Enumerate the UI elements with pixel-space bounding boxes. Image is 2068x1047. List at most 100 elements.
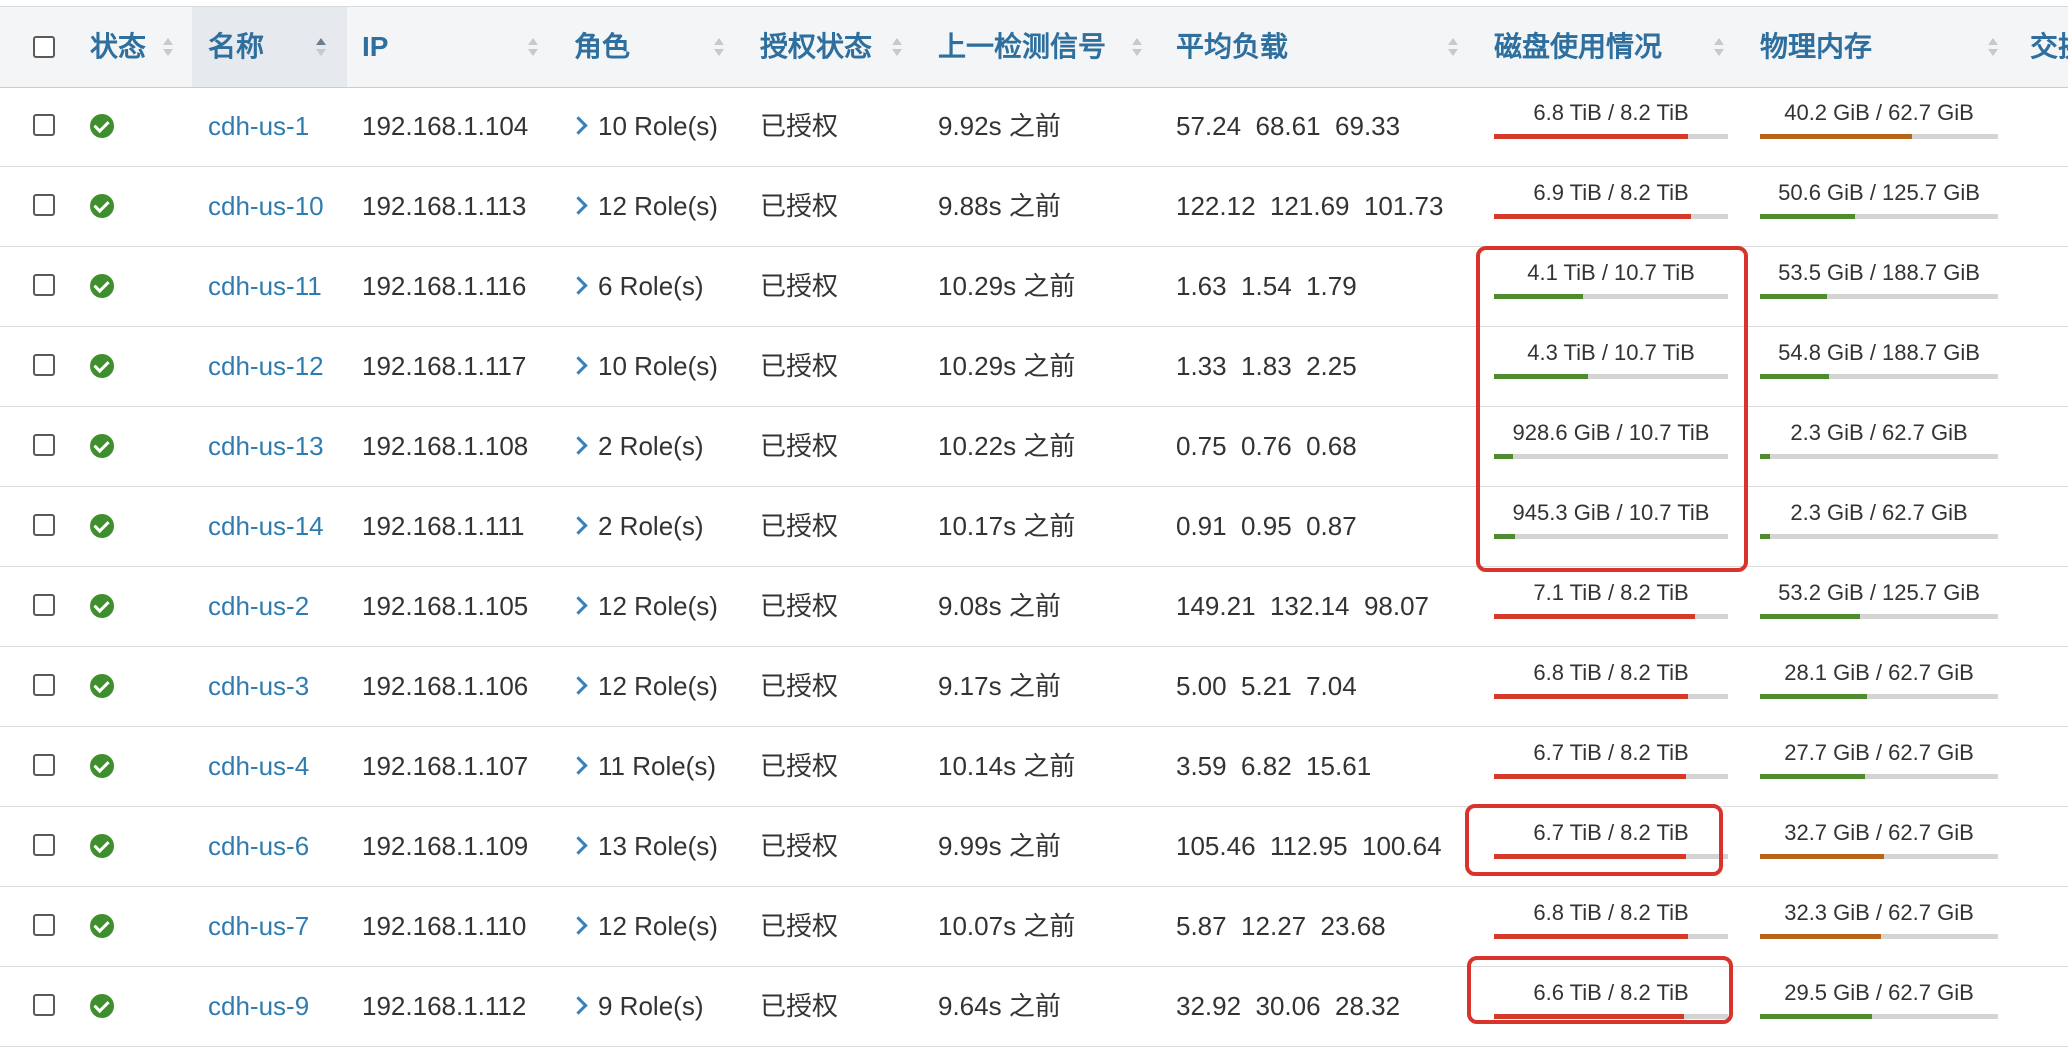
roles-toggle[interactable]: 10 Role(s) <box>598 86 718 166</box>
roles-toggle[interactable]: 12 Role(s) <box>598 166 718 246</box>
row-checkbox[interactable] <box>33 354 55 376</box>
roles-toggle[interactable]: 6 Role(s) <box>598 246 703 326</box>
header-role[interactable]: 角色 <box>574 7 734 87</box>
host-name-link[interactable]: cdh-us-6 <box>208 806 309 886</box>
header-auth[interactable]: 授权状态 <box>760 7 910 87</box>
roles-toggle[interactable]: 12 Role(s) <box>598 886 718 966</box>
row-checkbox[interactable] <box>33 274 55 296</box>
sort-icon <box>714 36 724 58</box>
chevron-right-icon[interactable] <box>569 516 588 535</box>
header-load[interactable]: 平均负载 <box>1176 7 1466 87</box>
table-row[interactable]: cdh-us-2 192.168.1.105 12 Role(s) 已授权 9.… <box>0 566 2068 647</box>
memory-usage-label: 2.3 GiB / 62.7 GiB <box>1790 500 1968 525</box>
roles-toggle[interactable]: 2 Role(s) <box>598 486 703 566</box>
header-mem[interactable]: 物理内存 <box>1760 7 2010 87</box>
auth-status: 已授权 <box>760 911 839 941</box>
row-checkbox[interactable] <box>33 754 55 776</box>
roles-toggle[interactable]: 13 Role(s) <box>598 806 718 886</box>
last-heartbeat: 10.29s 之前 <box>938 271 1076 301</box>
host-name-link[interactable]: cdh-us-1 <box>208 86 309 166</box>
host-ip: 192.168.1.104 <box>362 111 529 141</box>
table-row[interactable]: cdh-us-7 192.168.1.110 12 Role(s) 已授权 10… <box>0 886 2068 967</box>
table-row[interactable]: cdh-us-14 192.168.1.111 2 Role(s) 已授权 10… <box>0 486 2068 567</box>
sort-icon <box>528 36 538 58</box>
disk-usage-bar <box>1494 614 1728 619</box>
host-ip: 192.168.1.113 <box>362 191 527 221</box>
chevron-right-icon[interactable] <box>569 356 588 375</box>
header-ip[interactable]: IP <box>362 7 542 87</box>
chevron-right-icon[interactable] <box>569 196 588 215</box>
last-heartbeat: 9.92s 之前 <box>938 111 1061 141</box>
memory-usage-bar <box>1760 694 1998 699</box>
last-heartbeat: 9.08s 之前 <box>938 591 1061 621</box>
table-row[interactable]: cdh-us-12 192.168.1.117 10 Role(s) 已授权 1… <box>0 326 2068 407</box>
header-name[interactable]: 名称 <box>192 7 347 87</box>
host-name-link[interactable]: cdh-us-10 <box>208 166 324 246</box>
host-name-link[interactable]: cdh-us-13 <box>208 406 324 486</box>
table-row[interactable]: cdh-us-4 192.168.1.107 11 Role(s) 已授权 10… <box>0 726 2068 807</box>
header-status[interactable]: 状态 <box>90 7 180 87</box>
table-row[interactable]: cdh-us-6 192.168.1.109 13 Role(s) 已授权 9.… <box>0 806 2068 887</box>
load-average: 57.24 68.61 69.33 <box>1176 111 1401 141</box>
row-checkbox[interactable] <box>33 594 55 616</box>
check-circle-icon <box>90 754 114 778</box>
table-row[interactable]: cdh-us-10 192.168.1.113 12 Role(s) 已授权 9… <box>0 166 2068 247</box>
chevron-right-icon[interactable] <box>569 836 588 855</box>
header-swap[interactable]: 交换 <box>2030 7 2068 87</box>
host-name-link[interactable]: cdh-us-2 <box>208 566 309 646</box>
chevron-right-icon[interactable] <box>569 996 588 1015</box>
row-checkbox[interactable] <box>33 674 55 696</box>
table-row[interactable]: cdh-us-11 192.168.1.116 6 Role(s) 已授权 10… <box>0 246 2068 327</box>
chevron-right-icon[interactable] <box>569 436 588 455</box>
chevron-right-icon[interactable] <box>569 756 588 775</box>
host-name-link[interactable]: cdh-us-12 <box>208 326 324 406</box>
host-name-link[interactable]: cdh-us-14 <box>208 486 324 566</box>
host-ip: 192.168.1.109 <box>362 831 529 861</box>
table-row[interactable]: cdh-us-3 192.168.1.106 12 Role(s) 已授权 9.… <box>0 646 2068 727</box>
host-name-link[interactable]: cdh-us-4 <box>208 726 309 806</box>
row-checkbox[interactable] <box>33 114 55 136</box>
header-mem-label: 物理内存 <box>1760 31 1873 62</box>
header-heartbeat[interactable]: 上一检测信号 <box>938 7 1148 87</box>
check-circle-icon <box>90 834 114 858</box>
chevron-right-icon[interactable] <box>569 676 588 695</box>
disk-usage-label: 6.7 TiB / 8.2 TiB <box>1533 740 1689 765</box>
host-name-link[interactable]: cdh-us-9 <box>208 966 309 1046</box>
host-name-link[interactable]: cdh-us-11 <box>208 246 322 326</box>
roles-toggle[interactable]: 10 Role(s) <box>598 326 718 406</box>
row-checkbox[interactable] <box>33 194 55 216</box>
check-circle-icon <box>90 514 114 538</box>
row-checkbox[interactable] <box>33 914 55 936</box>
roles-toggle[interactable]: 11 Role(s) <box>598 726 716 806</box>
row-checkbox[interactable] <box>33 834 55 856</box>
roles-toggle[interactable]: 2 Role(s) <box>598 406 703 486</box>
row-checkbox[interactable] <box>33 514 55 536</box>
chevron-right-icon[interactable] <box>569 596 588 615</box>
chevron-right-icon[interactable] <box>569 276 588 295</box>
chevron-right-icon[interactable] <box>569 916 588 935</box>
table-row[interactable]: cdh-us-9 192.168.1.112 9 Role(s) 已授权 9.6… <box>0 966 2068 1047</box>
roles-toggle[interactable]: 9 Role(s) <box>598 966 703 1046</box>
host-name-link[interactable]: cdh-us-3 <box>208 646 309 726</box>
row-checkbox[interactable] <box>33 434 55 456</box>
auth-status: 已授权 <box>760 991 839 1021</box>
memory-usage-fill <box>1760 854 1884 859</box>
chevron-right-icon[interactable] <box>569 116 588 135</box>
host-ip: 192.168.1.110 <box>362 911 527 941</box>
check-circle-icon <box>90 674 114 698</box>
header-disk[interactable]: 磁盘使用情况 <box>1494 7 1734 87</box>
table-row[interactable]: cdh-us-1 192.168.1.104 10 Role(s) 已授权 9.… <box>0 86 2068 167</box>
roles-toggle[interactable]: 12 Role(s) <box>598 566 718 646</box>
disk-usage-label: 7.1 TiB / 8.2 TiB <box>1533 580 1689 605</box>
table-row[interactable]: cdh-us-13 192.168.1.108 2 Role(s) 已授权 10… <box>0 406 2068 487</box>
disk-usage-fill <box>1494 774 1686 779</box>
roles-toggle[interactable]: 12 Role(s) <box>598 646 718 726</box>
auth-status: 已授权 <box>760 831 839 861</box>
memory-usage-bar <box>1760 934 1998 939</box>
disk-usage-label: 6.8 TiB / 8.2 TiB <box>1533 100 1689 125</box>
row-checkbox[interactable] <box>33 994 55 1016</box>
select-all-checkbox[interactable] <box>33 36 55 58</box>
host-ip: 192.168.1.105 <box>362 591 529 621</box>
host-name-link[interactable]: cdh-us-7 <box>208 886 309 966</box>
load-average: 1.33 1.83 2.25 <box>1176 351 1357 381</box>
